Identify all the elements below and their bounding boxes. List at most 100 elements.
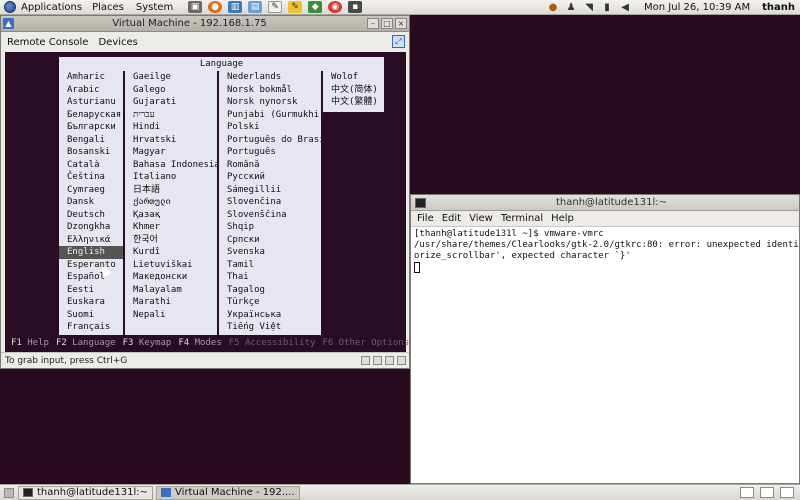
language-option[interactable]: Қазақ [125, 209, 217, 222]
language-option[interactable]: Svenska [219, 246, 321, 259]
language-option[interactable]: Italiano [125, 171, 217, 184]
help-menu[interactable]: Help [551, 213, 574, 224]
task-virtual-machine[interactable]: Virtual Machine - 192.... [156, 485, 300, 500]
minimize-button[interactable]: – [367, 18, 379, 29]
language-option[interactable]: Esperanto [59, 259, 123, 272]
notes-launcher-icon[interactable]: ✎ [288, 1, 303, 13]
language-option[interactable]: Русский [219, 171, 321, 184]
language-option[interactable]: Magyar [125, 146, 217, 159]
language-option[interactable]: Slovenščina [219, 209, 321, 222]
language-option[interactable]: Norsk nynorsk [219, 96, 321, 109]
language-option[interactable]: Norsk bokmål [219, 84, 321, 97]
language-option[interactable]: Čeština [59, 171, 123, 184]
file-menu[interactable]: File [417, 213, 434, 224]
language-option[interactable]: Bahasa Indonesia [125, 159, 220, 172]
language-option[interactable]: Català [59, 159, 123, 172]
notes-applet-icon[interactable] [740, 487, 754, 498]
language-option[interactable]: עברית [125, 109, 217, 122]
language-option[interactable]: Ελληνικά [59, 234, 123, 247]
language-option[interactable]: ქართული [125, 196, 217, 209]
language-option[interactable]: Thai [219, 271, 321, 284]
language-option[interactable]: Hrvatski [125, 134, 217, 147]
language-option[interactable]: Shqip [219, 221, 321, 234]
cdrom-icon[interactable] [373, 356, 382, 365]
language-option[interactable]: Bosanski [59, 146, 123, 159]
terminal-launcher-icon[interactable]: ▣ [188, 1, 203, 13]
language-option[interactable]: Euskara [59, 296, 123, 309]
view-menu[interactable]: View [469, 213, 493, 224]
language-option[interactable]: Српски [219, 234, 321, 247]
language-option[interactable]: Arabic [59, 84, 123, 97]
network-launcher-icon[interactable]: ◆ [308, 1, 323, 13]
task-terminal[interactable]: thanh@latitude131l:~ [18, 485, 154, 500]
applications-menu[interactable]: Applications [0, 1, 86, 13]
language-option[interactable]: Українська [219, 309, 321, 322]
vm-titlebar[interactable]: ▲ Virtual Machine - 192.168.1.75 – □ × [1, 16, 409, 32]
usb-icon[interactable] [397, 356, 406, 365]
language-option[interactable]: Malayalam [125, 284, 217, 297]
hdd-icon[interactable] [361, 356, 370, 365]
language-option[interactable]: Dzongkha [59, 221, 123, 234]
volume-icon[interactable]: ◀ [619, 1, 631, 13]
language-option[interactable]: Asturianu [59, 96, 123, 109]
fkey-f3[interactable]: F3 Keymap [123, 338, 172, 348]
language-option[interactable]: English [59, 246, 123, 259]
terminal-output[interactable]: [thanh@latitude131l ~]$ vmware-vmrc/usr/… [411, 227, 799, 275]
language-option[interactable]: Gaeilge [125, 71, 217, 84]
wifi-icon[interactable]: ◥ [583, 1, 595, 13]
language-option[interactable]: Suomi [59, 309, 123, 322]
language-option[interactable]: Kurdî [125, 246, 217, 259]
language-option[interactable]: Wolof [323, 71, 384, 84]
chrome-launcher-icon[interactable]: ◉ [328, 1, 343, 13]
language-option[interactable]: Беларуская [59, 109, 123, 122]
language-option[interactable]: Tiếng Việt [219, 321, 321, 334]
language-option[interactable]: Khmer [125, 221, 217, 234]
update-icon[interactable]: ● [547, 1, 559, 13]
language-option[interactable]: Amharic [59, 71, 123, 84]
firefox-launcher-icon[interactable]: ● [208, 1, 223, 13]
clock[interactable]: Mon Jul 26, 10:39 AM [644, 2, 750, 13]
language-option[interactable]: 中文(繁體) [323, 96, 384, 109]
places-menu[interactable]: Places [86, 2, 130, 13]
system-menu[interactable]: System [130, 2, 179, 13]
user-switch-icon[interactable]: ♟ [565, 1, 577, 13]
file-manager-launcher-icon[interactable]: ▥ [228, 1, 243, 13]
workspace-2[interactable] [780, 487, 794, 498]
language-option[interactable]: Sámegillii [219, 184, 321, 197]
fkey-f2[interactable]: F2 Language [56, 338, 116, 348]
language-option[interactable]: Galego [125, 84, 217, 97]
language-option[interactable]: 한국어 [125, 234, 217, 247]
language-option[interactable]: Marathi [125, 296, 217, 309]
language-option[interactable]: 日本語 [125, 184, 217, 197]
language-option[interactable]: Lietuviškai [125, 259, 217, 272]
terminal-menu[interactable]: Terminal [501, 213, 543, 224]
language-option[interactable]: Български [59, 121, 123, 134]
language-option[interactable]: Gujarati [125, 96, 217, 109]
workspace-1[interactable] [760, 487, 774, 498]
language-option[interactable]: Português do Brasil [219, 134, 330, 147]
language-option[interactable]: Cymraeg [59, 184, 123, 197]
maximize-button[interactable]: □ [381, 18, 393, 29]
fkey-f5[interactable]: F5 Accessibility [229, 338, 316, 348]
fkey-f1[interactable]: F1 Help [11, 338, 49, 348]
remote-console-menu[interactable]: Remote Console [7, 37, 88, 48]
language-option[interactable]: Slovenčina [219, 196, 321, 209]
language-option[interactable]: Punjabi (Gurmukhi) [219, 109, 325, 122]
text-editor-launcher-icon[interactable]: ✎ [268, 1, 283, 13]
terminal-titlebar[interactable]: thanh@latitude131l:~ [411, 195, 799, 211]
library-launcher-icon[interactable]: ▤ [248, 1, 263, 13]
language-option[interactable]: Français [59, 321, 123, 334]
devices-menu[interactable]: Devices [98, 37, 137, 48]
language-option[interactable]: Español [59, 271, 123, 284]
language-option[interactable]: Tamil [219, 259, 321, 272]
edit-menu[interactable]: Edit [442, 213, 461, 224]
language-option[interactable]: 中文(简体) [323, 84, 384, 97]
fkey-f6[interactable]: F6 Other Options [322, 338, 409, 348]
battery-icon[interactable]: ▮ [601, 1, 613, 13]
language-option[interactable]: Polski [219, 121, 321, 134]
language-option[interactable]: Português [219, 146, 321, 159]
language-option[interactable]: Hindi [125, 121, 217, 134]
language-option[interactable]: Bengali [59, 134, 123, 147]
fkey-f4[interactable]: F4 Modes [178, 338, 221, 348]
show-desktop-icon[interactable] [4, 487, 14, 498]
